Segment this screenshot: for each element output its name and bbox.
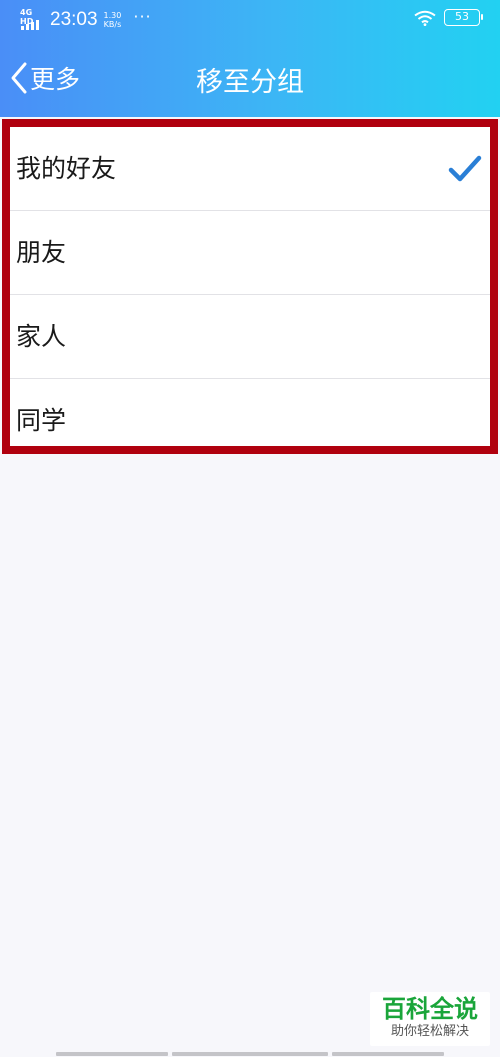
checkmark-icon [448, 155, 482, 182]
status-bar: 4G HD 23:03 1.30 KB/s ··· 53 [0, 0, 500, 40]
watermark-title: 百科全说 [382, 995, 478, 1023]
group-list: 我的好友 朋友 家人 同学 [2, 119, 498, 454]
battery-level: 53 [455, 10, 469, 23]
status-left: 4G HD 23:03 1.30 KB/s ··· [20, 8, 152, 32]
group-label: 家人 [16, 322, 67, 351]
battery-icon: 53 [444, 9, 483, 26]
group-label: 我的好友 [16, 154, 117, 183]
back-button[interactable]: 更多 [8, 58, 80, 98]
app-header: 4G HD 23:03 1.30 KB/s ··· 53 更多 移至分组 [0, 0, 500, 117]
clock: 23:03 [50, 9, 98, 30]
group-item-family[interactable]: 家人 [10, 295, 490, 379]
chevron-left-icon [11, 62, 27, 94]
back-label: 更多 [30, 65, 81, 94]
network-speed: 1.30 KB/s [104, 8, 122, 29]
watermark-subtitle: 助你轻松解决 [390, 1024, 469, 1039]
network-speed-value: 1.30 [103, 11, 122, 20]
system-nav-bar [0, 1052, 500, 1057]
group-item-my-friends[interactable]: 我的好友 [10, 127, 490, 211]
group-item-friends[interactable]: 朋友 [10, 211, 490, 295]
group-label: 同学 [16, 406, 67, 435]
network-speed-unit: KB/s [103, 20, 122, 29]
group-label: 朋友 [16, 238, 67, 267]
page-title: 移至分组 [196, 67, 304, 98]
group-item-classmates[interactable]: 同学 [10, 379, 490, 446]
status-right: 53 [414, 9, 483, 26]
wifi-icon [414, 10, 436, 26]
watermark-logo: 百科全说 助你轻松解决 [370, 992, 490, 1046]
more-notifications-icon: ··· [133, 7, 152, 26]
cellular-signal-icon: 4G HD [20, 8, 44, 32]
